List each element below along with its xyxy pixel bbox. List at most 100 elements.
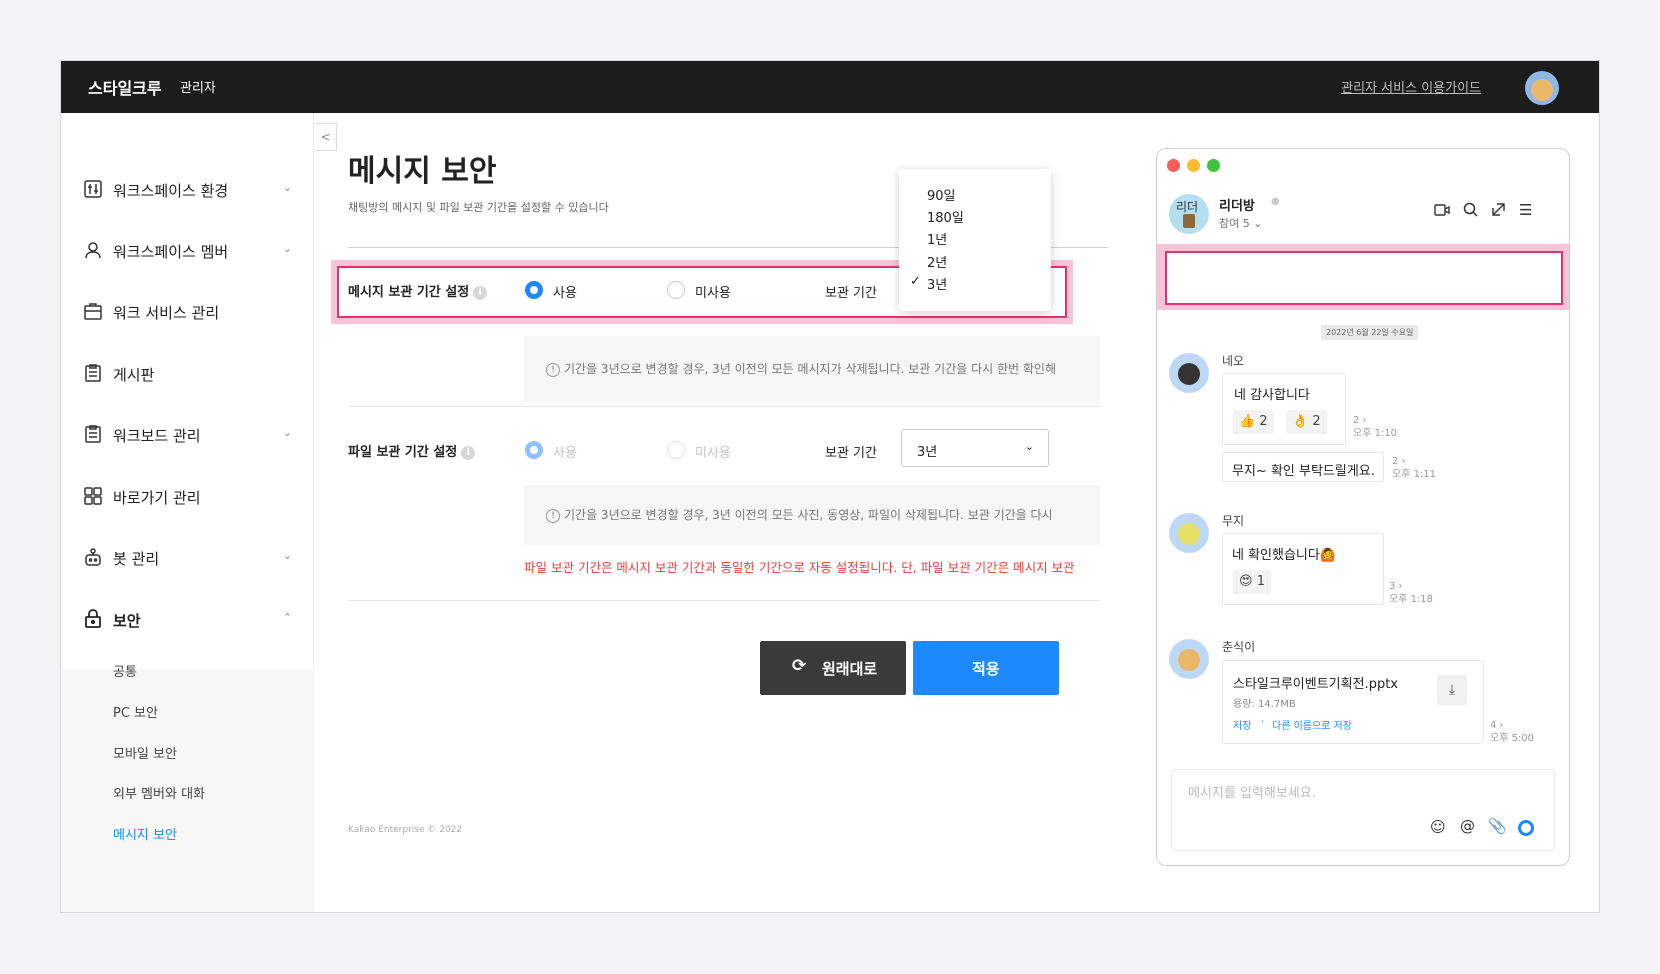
sidebar-subitem-pc-security[interactable]: PC 보안: [113, 702, 158, 721]
file-period-value: 3년: [917, 445, 938, 460]
file-retention-off-radio: [667, 441, 685, 459]
unread-count: 2: [1392, 456, 1399, 467]
clipboard-icon: [83, 363, 103, 383]
sidebar-item-workspace-member[interactable]: 워크스페이스 멤버 ⌄: [61, 230, 314, 270]
sidebar-collapse-button[interactable]: <: [315, 123, 337, 151]
message-text: 네 확인했습니다🙆: [1232, 548, 1337, 563]
reaction-count: 2: [1259, 414, 1268, 429]
info-circle-icon: !: [546, 362, 560, 377]
video-call-icon[interactable]: [1434, 203, 1450, 221]
sidebar-item-label: 워크스페이스 환경: [113, 182, 229, 200]
muzi-avatar[interactable]: [1169, 513, 1209, 553]
room-avatar: 리더: [1169, 194, 1209, 234]
profile-avatar[interactable]: [1525, 71, 1559, 105]
dropdown-option-90d[interactable]: 90일: [927, 185, 956, 204]
sidebar-item-label: 보안: [113, 612, 141, 630]
sidebar-subitem-external-member[interactable]: 외부 멤버와 대화: [113, 783, 205, 802]
message-text: 무지~ 확인 부탁드릴게요.: [1232, 464, 1375, 479]
dropdown-option-180d[interactable]: 180일: [927, 207, 964, 226]
chevron-down-icon: ⌄: [282, 242, 292, 255]
sidebar-subitem-mobile-security[interactable]: 모바일 보안: [113, 743, 177, 762]
sidebar-subitem-common[interactable]: 공통: [113, 661, 137, 680]
message-retention-note-text: 기간을 3년으로 변경할 경우, 3년 이전의 모든 메시지가 삭제됩니다. 보…: [564, 362, 1057, 376]
message-bubble[interactable]: 네 감사합니다 👍 2 👌 2: [1222, 373, 1346, 445]
message-retention-off-radio[interactable]: [667, 281, 685, 299]
file-retention-off-label: 미사용: [695, 446, 731, 461]
chevron-up-icon: ⌃: [282, 611, 292, 624]
sidebar-item-shortcut[interactable]: 바로가기 관리: [61, 476, 314, 516]
search-icon[interactable]: [1463, 202, 1478, 221]
choonsik-avatar[interactable]: [1169, 639, 1209, 679]
sidebar-item-workspace-env[interactable]: 워크스페이스 환경 ⌄: [61, 169, 314, 209]
chevron-down-icon: ⌄: [1024, 440, 1034, 453]
file-retention-label-text: 파일 보관 기간 설정: [348, 445, 458, 460]
lock-icon: [83, 609, 103, 629]
message-input[interactable]: 메시지를 입력해보세요. ☺ @ 📎: [1171, 769, 1555, 851]
service-guide-link[interactable]: 관리자 서비스 이용가이드: [1341, 77, 1481, 96]
message-retention-on-label: 사용: [553, 286, 577, 301]
message-retention-label-text: 메시지 보관 기간 설정: [348, 285, 470, 300]
unread-count: 3: [1389, 581, 1396, 592]
participant-count-text: 참여 5: [1219, 217, 1250, 230]
menu-icon[interactable]: ☰: [1519, 201, 1532, 219]
reaction-count: 2: [1312, 414, 1321, 429]
page-description: 채팅방의 메시지 및 파일 보관 기간을 설정할 수 있습니다: [348, 201, 609, 214]
save-as-link[interactable]: 다른 이름으로 저장: [1272, 717, 1352, 732]
sidebar-item-label: 바로가기 관리: [113, 489, 201, 507]
file-period-select[interactable]: 3년 ⌄: [901, 429, 1049, 467]
assistant-icon[interactable]: [1518, 820, 1534, 836]
room-status-icon: ●: [1271, 196, 1280, 207]
thumbs-up-reaction[interactable]: 👍 2: [1233, 410, 1274, 434]
message-bubble[interactable]: 네 확인했습니다🙆 😍 1: [1222, 533, 1384, 605]
settings-sliders-icon: [83, 179, 103, 199]
file-period-label: 보관 기간: [825, 446, 877, 461]
dropdown-option-3y[interactable]: 3년: [927, 274, 947, 293]
reset-button[interactable]: ⟳ 원래대로: [760, 641, 906, 695]
sidebar-item-work-service[interactable]: 워크 서비스 관리: [61, 291, 314, 331]
participant-count[interactable]: 참여 5 ⌄: [1219, 215, 1262, 231]
reaction-count: 1: [1256, 574, 1265, 589]
emoji-icon[interactable]: ☺: [1430, 818, 1446, 836]
sidebar-item-bot[interactable]: 봇 관리 ⌄: [61, 537, 314, 577]
clipboard-list-icon: [83, 424, 103, 444]
file-retention-on-label: 사용: [553, 446, 577, 461]
sidebar-item-label: 게시판: [113, 366, 155, 384]
info-icon[interactable]: i: [461, 445, 476, 460]
file-retention-note-text: 기간을 3년으로 변경할 경우, 3년 이전의 모든 사진, 동영상, 파일이 …: [564, 508, 1053, 522]
dropdown-option-1y[interactable]: 1년: [927, 229, 947, 248]
message-period-dropdown[interactable]: 90일 180일 1년 2년 ✓ 3년: [899, 169, 1051, 311]
dot-separator: ·: [1261, 717, 1265, 728]
dropdown-option-2y[interactable]: 2년: [927, 252, 947, 271]
save-link[interactable]: 저장: [1233, 717, 1251, 732]
popout-icon[interactable]: [1491, 202, 1506, 221]
maximize-window-icon[interactable]: [1207, 159, 1220, 172]
heart-eyes-reaction[interactable]: 😍 1: [1233, 570, 1271, 594]
message-meta: 2 › 오후 1:11: [1392, 456, 1437, 480]
close-window-icon[interactable]: [1167, 159, 1180, 172]
attach-icon[interactable]: 📎: [1488, 817, 1507, 835]
brand-subtitle: 관리자: [180, 81, 216, 96]
divider: [348, 406, 1100, 407]
sender-name: 춘식이: [1222, 640, 1256, 654]
message-time: 오후 1:18: [1389, 594, 1434, 605]
message-retention-on-radio[interactable]: [525, 281, 543, 299]
top-bar: 스타일크루 관리자 관리자 서비스 이용가이드: [61, 61, 1599, 113]
message-input-placeholder: 메시지를 입력해보세요.: [1188, 786, 1316, 801]
neo-avatar[interactable]: [1169, 353, 1209, 393]
apply-button[interactable]: 적용: [913, 641, 1059, 695]
download-icon[interactable]: ⤓: [1437, 675, 1467, 705]
minimize-window-icon[interactable]: [1187, 159, 1200, 172]
info-icon[interactable]: i: [473, 285, 488, 300]
sidebar-subitem-message-security[interactable]: 메시지 보안: [113, 824, 177, 843]
sidebar-item-security[interactable]: 보안 ⌃: [61, 599, 314, 639]
sidebar-item-board[interactable]: 게시판: [61, 353, 314, 393]
mention-icon[interactable]: @: [1460, 817, 1475, 835]
brand-logo[interactable]: 스타일크루: [88, 75, 162, 99]
file-message-bubble[interactable]: 스타일크루이벤트기획전.pptx 용량: 14.7MB 저장 · 다른 이름으로…: [1222, 660, 1484, 744]
notice-area: [1165, 251, 1563, 305]
page-title: 메시지 보안: [348, 154, 497, 189]
refresh-icon: ⟳: [792, 656, 807, 676]
sidebar-item-workboard[interactable]: 워크보드 관리 ⌄: [61, 414, 314, 454]
ok-hand-reaction[interactable]: 👌 2: [1286, 410, 1327, 434]
message-bubble[interactable]: 무지~ 확인 부탁드릴게요.: [1222, 452, 1384, 482]
